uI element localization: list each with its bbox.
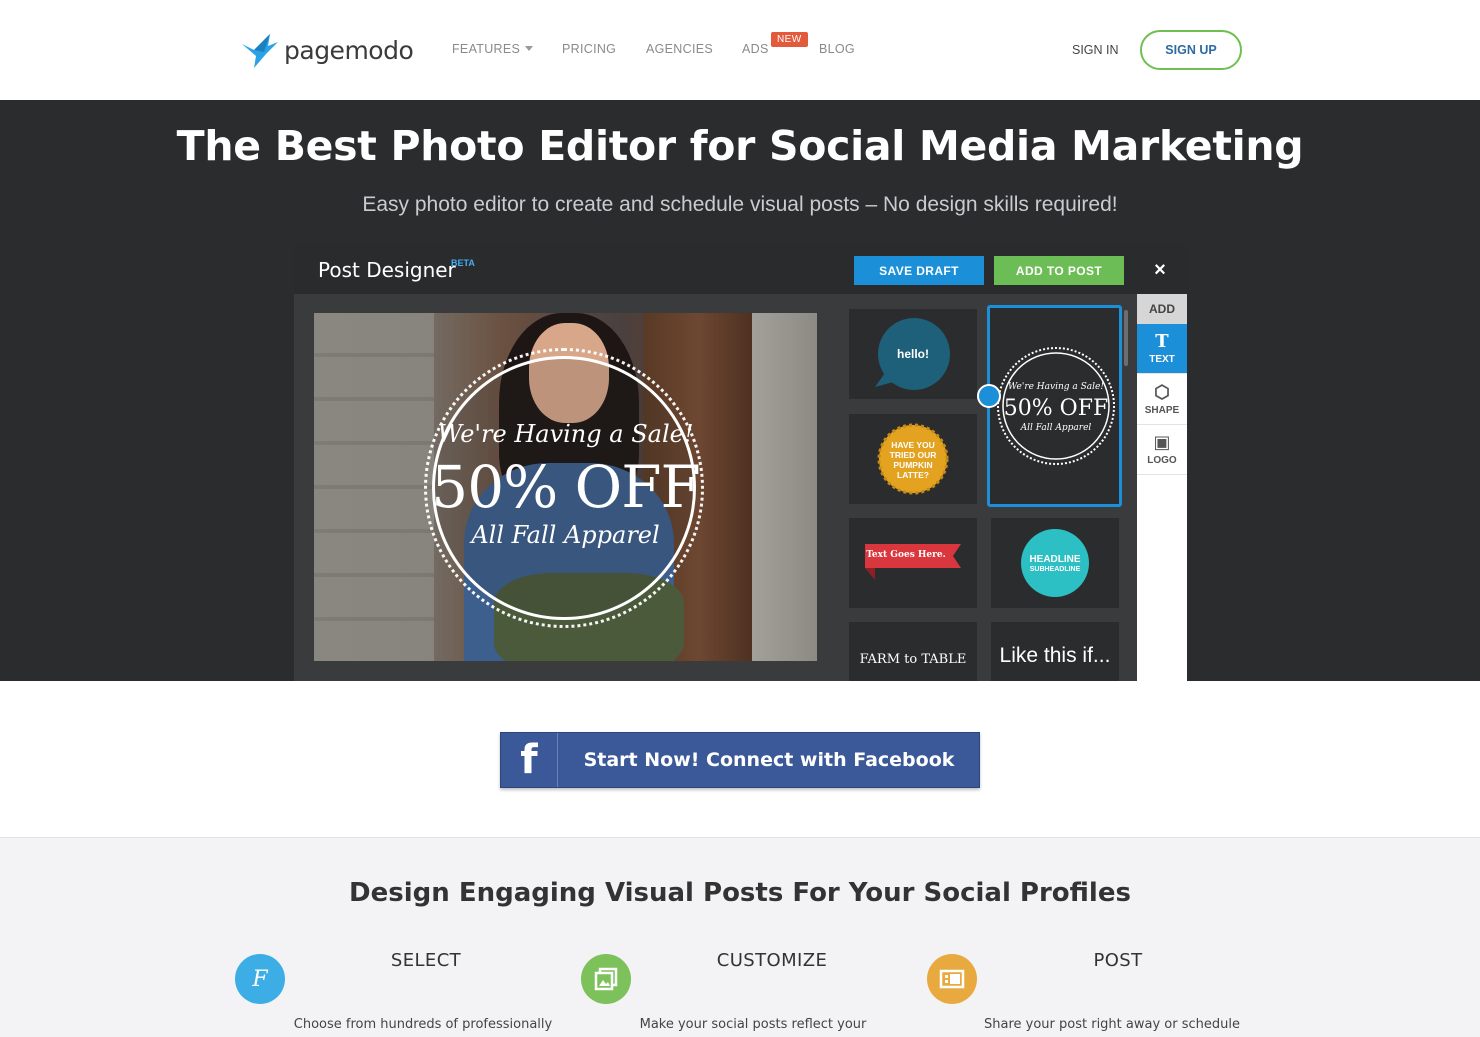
facebook-button-label: Start Now! Connect with Facebook [583,749,955,771]
nav-blog[interactable]: BLOG [819,42,855,56]
add-panel-header: ADD [1137,294,1187,324]
add-shape-tool[interactable]: ⬡ SHAPE [1137,375,1187,425]
canvas-text-line2: 50% OFF [431,453,700,521]
template-tile-likethis[interactable]: Like this if... [991,622,1119,681]
facebook-icon: f [520,737,538,783]
connect-facebook-button[interactable]: f Start Now! Connect with Facebook [500,732,980,788]
site-header: pagemodo FEATURES PRICING AGENCIES ADS B… [0,0,1480,100]
template-gallery: hello! HAVE YOU TRIED OUR PUMPKIN LATTE?… [836,294,1136,681]
feature-customize-desc: Make your social posts reflect your [639,1017,867,1032]
tile-headline-text: HEADLINE [1029,554,1081,565]
nav-features-label: FEATURES [452,42,521,56]
nav-features[interactable]: FEATURES [452,42,534,56]
template-tile-pumpkin[interactable]: HAVE YOU TRIED OUR PUMPKIN LATTE? [849,414,977,504]
logo-text: pagemodo [284,35,414,65]
image-icon: ▣ [1153,432,1171,453]
canvas-text-line3: All Fall Apparel [471,521,660,549]
cube-icon: ⬡ [1154,382,1170,403]
beta-badge: BETA [451,258,475,268]
tile-sale-line3: All Fall Apparel [1020,423,1092,433]
ribbon-banner-icon [865,544,961,580]
tile-subheadline-text: SUBHEADLINE [1029,566,1081,573]
tile-ribbon-text: Text Goes Here. [866,550,946,560]
hero-section: The Best Photo Editor for Social Media M… [0,100,1480,681]
pagemodo-logo[interactable]: pagemodo [240,30,414,70]
designer-toolbar: Post Designer BETA SAVE DRAFT ADD TO POS… [294,244,1187,294]
feature-customize-title: CUSTOMIZE [716,950,828,971]
bird-logo-icon [242,34,278,68]
template-tile-farm[interactable]: FARM to TABLE [849,622,977,681]
hero-title: The Best Photo Editor for Social Media M… [176,122,1304,170]
tile-likethis-text: Like this if... [999,644,1111,667]
template-tile-hello[interactable]: hello! [849,309,977,399]
tile-sale-line1: We're Having a Sale! [1008,382,1104,392]
feature-select-desc: Choose from hundreds of professionally [293,1017,553,1032]
hero-subtitle: Easy photo editor to create and schedule… [362,193,1118,216]
gallery-icon [581,954,631,1004]
tile-farm-text: FARM to TABLE [859,652,967,667]
gallery-scrollbar[interactable] [1124,310,1128,366]
add-shape-label: SHAPE [1144,405,1180,416]
design-canvas[interactable]: We're Having a Sale! 50% OFF All Fall Ap… [314,313,817,661]
new-badge: NEW [771,32,808,47]
sign-in-link[interactable]: SIGN IN [1072,43,1119,57]
feature-post-desc: Share your post right away or schedule [984,1017,1240,1032]
add-text-label: TEXT [1149,354,1175,365]
tile-pumpkin-text: HAVE YOU TRIED OUR PUMPKIN LATTE? [889,440,937,480]
post-icon [927,954,977,1004]
template-tile-headline[interactable]: HEADLINE SUBHEADLINE [991,518,1119,608]
add-text-tool[interactable]: T TEXT [1137,324,1187,374]
save-draft-button[interactable]: SAVE DRAFT [854,256,984,285]
tile-hello-text: hello! [897,347,929,361]
designer-title: Post Designer [318,258,456,282]
post-designer-preview: Post Designer BETA SAVE DRAFT ADD TO POS… [294,244,1187,681]
nav-agencies[interactable]: AGENCIES [646,42,713,56]
selection-handle[interactable] [977,384,1001,408]
feature-select-title: SELECT [390,950,462,971]
facebook-icon-box: f [501,733,558,787]
tile-sale-line2: 50% OFF [1003,396,1109,421]
canvas-text-line1: We're Having a Sale! [437,420,694,448]
features-section: Design Engaging Visual Posts For Your So… [0,837,1480,1037]
feature-post-title: POST [1093,950,1143,971]
template-tile-sale-selected[interactable]: We're Having a Sale! 50% OFF All Fall Ap… [987,305,1122,507]
template-tile-ribbon[interactable]: Text Goes Here. [849,518,977,608]
add-to-post-button[interactable]: ADD TO POST [994,256,1124,285]
nav-ads[interactable]: ADS [742,42,769,56]
sign-up-button[interactable]: SIGN UP [1140,30,1242,70]
add-panel: ADD T TEXT ⬡ SHAPE ▣ LOGO [1137,294,1187,681]
chevron-down-icon [525,46,534,51]
add-logo-label: LOGO [1147,455,1177,466]
close-icon[interactable]: × [1150,260,1170,280]
nav-pricing[interactable]: PRICING [562,42,616,56]
text-icon: T [1155,331,1169,352]
font-icon: F [235,954,285,1004]
features-title: Design Engaging Visual Posts For Your So… [349,878,1131,908]
add-logo-tool[interactable]: ▣ LOGO [1137,425,1187,475]
